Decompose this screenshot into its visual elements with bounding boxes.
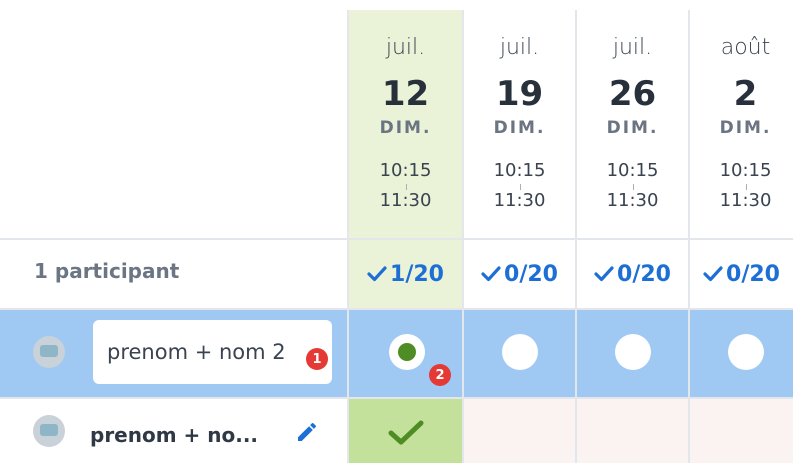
step-badge-2: 2 [429, 364, 451, 386]
column-start-time: 10:15 [606, 160, 659, 181]
participant-choice-column-2 [464, 398, 575, 463]
column-4-count: 0/20 [690, 240, 793, 308]
column-month: juil. [612, 35, 653, 60]
count-value: 0/20 [504, 261, 558, 287]
column-1-count: 1/20 [349, 240, 462, 308]
participant-name-input[interactable] [93, 320, 332, 384]
count-value: 1/20 [390, 261, 444, 287]
grid-divider [688, 10, 690, 463]
grid-divider [575, 10, 577, 463]
count-value: 0/20 [726, 261, 780, 287]
avatar-icon [33, 415, 65, 447]
grid-divider [347, 10, 349, 463]
column-2-count: 0/20 [464, 240, 575, 308]
column-day: 26 [608, 74, 657, 114]
participant-name: prenom + no... [90, 423, 259, 447]
column-end-time: 11:30 [379, 190, 432, 211]
grid-divider [0, 397, 793, 399]
choice-toggle-column-4[interactable] [728, 334, 764, 370]
grid-divider [0, 238, 793, 240]
date-column-4[interactable]: août 2 DIM. 10:15 11:30 [690, 10, 793, 238]
column-weekday: DIM. [719, 118, 772, 138]
participant-choice-column-4 [690, 398, 793, 463]
column-start-time: 10:15 [719, 160, 772, 181]
check-icon [594, 266, 614, 282]
check-icon [367, 266, 387, 282]
participant-choice-column-1 [349, 398, 462, 463]
column-end-time: 11:30 [493, 190, 546, 211]
selected-dot [398, 343, 416, 361]
column-weekday: DIM. [493, 118, 546, 138]
column-day: 2 [733, 74, 758, 114]
column-start-time: 10:15 [379, 160, 432, 181]
participant-choice-column-3 [577, 398, 688, 463]
column-end-time: 11:30 [719, 190, 772, 211]
date-column-2[interactable]: juil. 19 DIM. 10:15 11:30 [464, 10, 575, 238]
column-start-time: 10:15 [493, 160, 546, 181]
column-3-count: 0/20 [577, 240, 688, 308]
pencil-icon[interactable] [295, 420, 319, 444]
grid-divider [0, 308, 793, 310]
poll-grid: juil. 12 DIM. 10:15 11:30 juil. 19 DIM. … [0, 0, 793, 463]
column-month: août [720, 35, 771, 60]
choice-toggle-column-1[interactable] [389, 334, 425, 370]
check-icon [388, 420, 424, 445]
column-end-time: 11:30 [606, 190, 659, 211]
column-month: juil. [499, 35, 540, 60]
grid-divider [462, 10, 464, 463]
step-badge-1: 1 [306, 348, 328, 370]
column-weekday: DIM. [606, 118, 659, 138]
column-weekday: DIM. [379, 118, 432, 138]
choice-toggle-column-2[interactable] [502, 334, 538, 370]
column-day: 12 [381, 74, 430, 114]
check-icon [703, 266, 723, 282]
column-month: juil. [385, 35, 426, 60]
check-icon [481, 266, 501, 282]
participants-count-label: 1 participant [34, 259, 180, 283]
date-column-3[interactable]: juil. 26 DIM. 10:15 11:30 [577, 10, 688, 238]
column-day: 19 [495, 74, 544, 114]
date-column-1[interactable]: juil. 12 DIM. 10:15 11:30 [349, 10, 462, 238]
avatar-icon [33, 336, 65, 368]
count-value: 0/20 [617, 261, 671, 287]
choice-toggle-column-3[interactable] [615, 334, 651, 370]
